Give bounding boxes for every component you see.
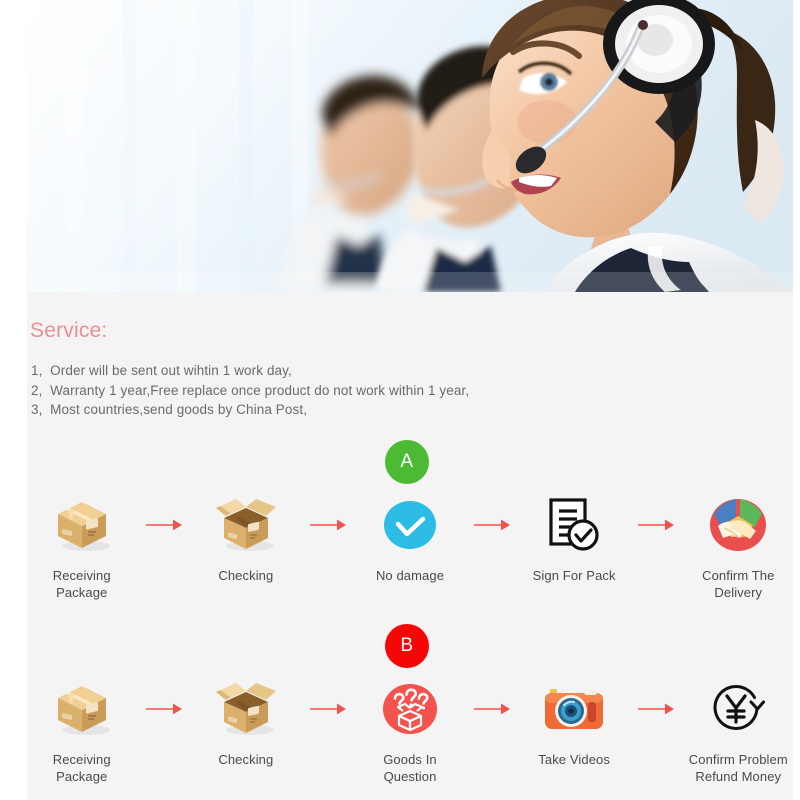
closed-box-glyph [57, 686, 110, 735]
flow-arrow-icon [136, 676, 191, 742]
step-refund-money: Confirm Problem Refund Money [684, 676, 793, 785]
check-circle-icon [383, 492, 436, 558]
flow-arrow-icon [301, 492, 356, 558]
arrow-right-glyph [474, 703, 511, 715]
service-term-3: 3, Most countries,send goods by China Po… [31, 402, 308, 417]
closed-box-icon [50, 676, 114, 742]
step-checking: Checking [191, 676, 300, 768]
document-check-icon [547, 492, 601, 558]
step-label: Confirm The Delivery [702, 568, 775, 600]
question-box-icon [382, 676, 437, 742]
hero-illustration [27, 0, 793, 292]
arrow-right-glyph [638, 703, 675, 715]
step-receiving-package: Receiving Package [27, 492, 136, 601]
open-box-glyph [215, 683, 276, 735]
arrow-right-glyph [145, 703, 182, 715]
check-circle-glyph [383, 501, 436, 549]
arrow-right-glyph [474, 519, 511, 531]
flow-arrow-icon [629, 492, 684, 558]
arrow-right-glyph [145, 519, 182, 531]
step-label: Receiving Package [52, 752, 111, 784]
flow-badge-b: B [385, 624, 429, 668]
flow-b-steps: Receiving Package Checking Goods In Ques… [27, 676, 793, 785]
step-label: No damage [375, 568, 445, 583]
open-box-icon [214, 676, 278, 742]
step-goods-in-question: Goods In Question [355, 676, 464, 785]
flow-a-steps: Receiving Package Checking No damage Sig… [27, 492, 793, 601]
flow-badge-a: A [385, 440, 429, 484]
camera-glyph [545, 689, 604, 729]
yen-refund-glyph [713, 684, 766, 730]
service-terms-list: 1, Order will be sent out wihtin 1 work … [31, 361, 731, 420]
step-label: Take Videos [538, 752, 610, 767]
arrow-right-glyph [309, 519, 346, 531]
step-label: Confirm Problem Refund Money [688, 752, 788, 784]
call-center-hero-photo [27, 0, 793, 292]
step-no-damage: No damage [355, 492, 464, 584]
arrow-right-glyph [638, 519, 675, 531]
step-label: Checking [218, 752, 274, 767]
step-confirm-delivery: Confirm The Delivery [684, 492, 793, 601]
step-receiving-package: Receiving Package [27, 676, 136, 785]
flow-arrow-icon [301, 676, 356, 742]
handshake-glyph [710, 499, 767, 551]
step-label: Checking [218, 568, 274, 583]
closed-box-glyph [57, 502, 110, 551]
closed-box-icon [50, 492, 114, 558]
service-term-1: 1, Order will be sent out wihtin 1 work … [31, 363, 292, 378]
handshake-icon [710, 492, 767, 558]
flow-arrow-icon [136, 492, 191, 558]
service-term-2: 2, Warranty 1 year,Free replace once pro… [31, 382, 470, 398]
arrow-right-glyph [309, 703, 346, 715]
step-label: Sign For Pack [532, 568, 616, 583]
flow-arrow-icon [465, 492, 520, 558]
open-box-glyph [215, 499, 276, 551]
open-box-icon [214, 492, 278, 558]
document-check-glyph [549, 498, 599, 551]
step-take-videos: Take Videos [519, 676, 628, 768]
question-box-glyph [382, 684, 437, 734]
step-sign-for-pack: Sign For Pack [519, 492, 628, 584]
flow-arrow-icon [629, 676, 684, 742]
step-label: Receiving Package [52, 568, 111, 600]
service-section-title: Service: [30, 319, 108, 342]
service-content-panel: Service: 1, Order will be sent out wihti… [27, 292, 793, 800]
step-checking: Checking [191, 492, 300, 584]
yen-refund-icon [710, 676, 766, 742]
camera-icon [544, 676, 604, 742]
step-label: Goods In Question [383, 752, 437, 784]
page-root: Service: 1, Order will be sent out wihti… [0, 0, 800, 800]
flow-arrow-icon [465, 676, 520, 742]
